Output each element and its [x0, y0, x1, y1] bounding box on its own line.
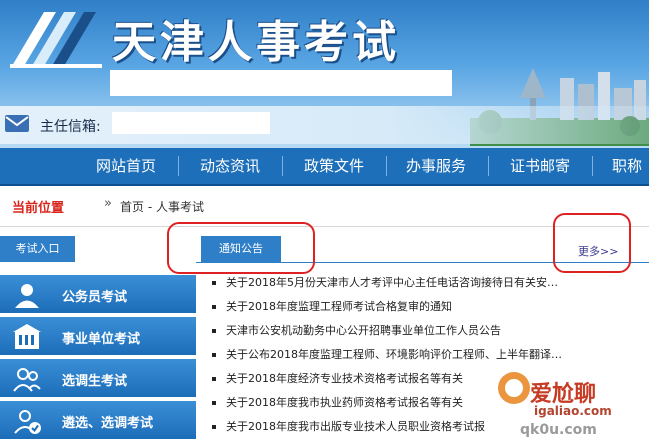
redacted-mail — [112, 112, 270, 134]
watermark-url: igaliao.com — [534, 404, 612, 418]
bullet — [212, 305, 216, 309]
sidebar-item-label: 事业单位考试 — [62, 332, 141, 347]
list-item-title: 关于公布2018年度监理工程师、环境影响评价工程师、上半年翻译… — [226, 348, 562, 361]
breadcrumb-path[interactable]: 首页 - 人事考试 — [120, 198, 204, 215]
main-nav: 网站首页 动态资讯 政策文件 办事服务 证书邮寄 职称 — [0, 148, 649, 186]
bullet — [212, 353, 216, 357]
sidebar-item-label: 公务员考试 — [62, 290, 128, 305]
person-check-icon — [14, 410, 41, 434]
sidebar-item-label: 遴选、选调考试 — [62, 416, 154, 431]
redacted-bar — [110, 70, 452, 96]
annotation-circle — [553, 213, 631, 273]
divider — [0, 226, 649, 227]
list-item[interactable]: 天津市公安机动勤务中心公开招聘事业单位工作人员公告 — [212, 322, 501, 342]
site-title: 天津人事考试 — [112, 17, 400, 68]
watermark-url-secondary: qk0u.com — [520, 422, 597, 438]
people-icon — [13, 368, 41, 392]
list-item[interactable]: 关于2018年度监理工程师考试合格复审的通知 — [212, 298, 452, 318]
header-banner: 天津人事考试 主任信箱: — [0, 0, 649, 148]
list-item-title: 关于2018年度监理工程师考试合格复审的通知 — [226, 300, 452, 313]
logo-icon — [10, 12, 102, 68]
list-item-title: 关于2018年度我市出版专业技术人员职业资格考试报 — [226, 420, 485, 433]
list-item[interactable]: 关于2018年度我市出版专业技术人员职业资格考试报 — [212, 418, 485, 438]
nav-separator — [592, 156, 593, 176]
sidebar-item-public-institution[interactable]: 事业单位考试 — [0, 317, 196, 357]
page-root: 天津人事考试 主任信箱: 网站首页 动态资讯 政策文件 办事服务 证书邮寄 职称… — [0, 0, 649, 445]
breadcrumb: 当前位置 » 首页 - 人事考试 — [0, 193, 649, 221]
envelope-icon[interactable] — [4, 110, 30, 136]
mail-label: 主任信箱: — [40, 119, 101, 135]
list-item-title: 关于2018年度经济专业技术资格考试报名等有关 — [226, 372, 463, 385]
list-item[interactable]: 关于2018年度我市执业药师资格考试报名等有关 — [212, 394, 463, 414]
nav-item-home[interactable]: 网站首页 — [96, 148, 156, 184]
chevron-right-icon: » — [104, 196, 112, 211]
bullet — [212, 377, 216, 381]
sidebar-item-selection-transfer[interactable]: 遴选、选调考试 — [0, 401, 196, 441]
nav-item-news[interactable]: 动态资讯 — [200, 148, 260, 184]
bullet — [212, 281, 216, 285]
breadcrumb-current-label: 当前位置 — [12, 201, 65, 216]
nav-separator — [488, 156, 489, 176]
sidebar-item-civil-servant[interactable]: 公务员考试 — [0, 275, 196, 315]
nav-separator — [386, 156, 387, 176]
nav-separator — [178, 156, 179, 176]
nav-item-mail[interactable]: 证书邮寄 — [510, 148, 570, 184]
sidebar-item-selected-graduates[interactable]: 选调生考试 — [0, 359, 196, 399]
list-item-title: 关于2018年度我市执业药师资格考试报名等有关 — [226, 396, 463, 409]
nav-item-title[interactable]: 职称 — [612, 148, 642, 184]
bullet — [212, 401, 216, 405]
list-item-title: 天津市公安机动勤务中心公开招聘事业单位工作人员公告 — [226, 324, 501, 337]
list-item[interactable]: 关于公布2018年度监理工程师、环境影响评价工程师、上半年翻译… — [212, 346, 562, 366]
tab-exam-entry[interactable]: 考试入口 — [0, 236, 75, 262]
annotation-circle — [167, 222, 315, 274]
person-icon — [15, 284, 39, 308]
bullet — [212, 329, 216, 333]
list-item[interactable]: 关于2018年度经济专业技术资格考试报名等有关 — [212, 370, 463, 390]
nav-separator — [282, 156, 283, 176]
list-item-title: 关于2018年5月份天津市人才考评中心主任电话咨询接待日有关安… — [226, 276, 558, 289]
list-item[interactable]: 关于2018年5月份天津市人才考评中心主任电话咨询接待日有关安… — [212, 274, 558, 294]
nav-item-policy[interactable]: 政策文件 — [304, 148, 364, 184]
sidebar-item-label: 选调生考试 — [62, 374, 128, 389]
nav-item-services[interactable]: 办事服务 — [406, 148, 466, 184]
bullet — [212, 425, 216, 429]
building-icon — [13, 324, 41, 349]
